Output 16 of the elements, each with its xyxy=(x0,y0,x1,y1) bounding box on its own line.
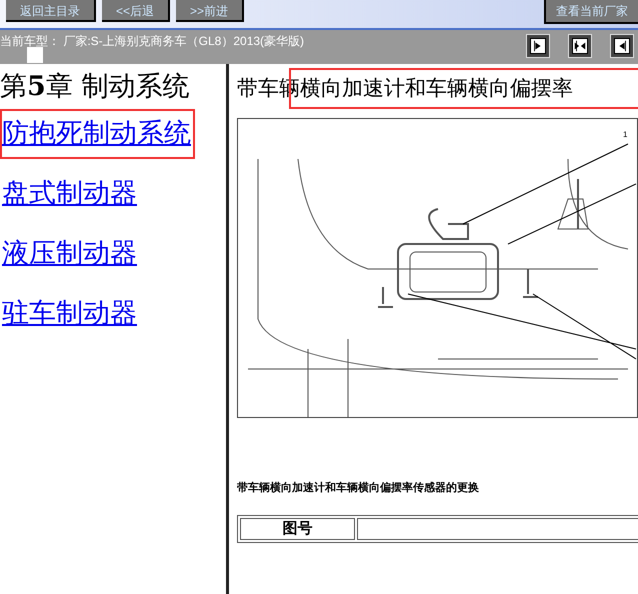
toolbar-button[interactable]: >>前进 xyxy=(176,0,244,22)
table-header-cell: 图号 xyxy=(240,518,355,540)
panel-toggle-icon[interactable] xyxy=(610,34,634,58)
callout-number: 1 xyxy=(623,129,628,141)
car-model-text: 当前车型： 厂家:S-上海别克商务车（GL8）2013(豪华版) xyxy=(0,33,304,50)
panel-toggle-icon[interactable] xyxy=(568,34,592,58)
toolbar-button[interactable]: 返回主目录 xyxy=(6,0,96,22)
chapter-link[interactable]: 盘式制动器 xyxy=(2,176,137,212)
chapter-link[interactable]: 驻车制动器 xyxy=(2,296,137,332)
toolbar-button[interactable]: 查看当前厂家 xyxy=(544,0,638,24)
figure-caption: 带车辆横向加速计和车辆横向偏摆率传感器的更换 xyxy=(237,480,480,496)
toolbar-button[interactable]: <<后退 xyxy=(102,0,170,22)
panel-toggle-icon[interactable] xyxy=(526,34,550,58)
chapter-link[interactable]: 防抱死制动系统 xyxy=(2,116,191,152)
chapter-link[interactable]: 液压制动器 xyxy=(2,236,137,272)
chapter-title: 第5章 制动系统 xyxy=(0,70,190,104)
